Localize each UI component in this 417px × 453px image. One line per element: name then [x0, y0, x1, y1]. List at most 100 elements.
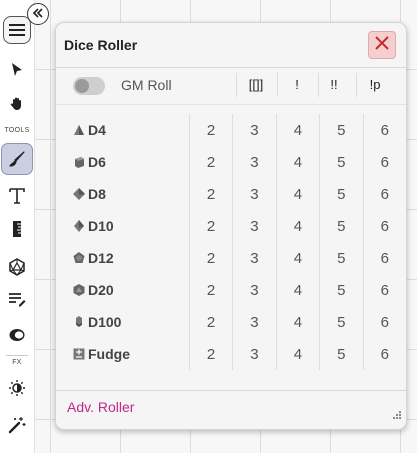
dice-quantity-button[interactable]: 2	[188, 306, 233, 338]
dice-tool-button[interactable]	[3, 253, 31, 281]
dice-quantity-button[interactable]: 2	[188, 210, 233, 242]
dice-quantity-button[interactable]: 6	[362, 338, 406, 370]
dice-quantity-button[interactable]: 6	[362, 178, 406, 210]
ruler-tool-button[interactable]	[3, 215, 31, 243]
dice-roller-title: Dice Roller	[64, 37, 138, 53]
toggle-knob	[75, 79, 89, 93]
dice-quantity-button[interactable]: 3	[232, 338, 277, 370]
modifier-separator	[277, 73, 278, 97]
dice-quantity-button[interactable]: 2	[188, 242, 233, 274]
dice-name-cell[interactable]: D8	[56, 178, 189, 210]
modifier-separator	[356, 73, 357, 97]
brightness-icon	[8, 379, 26, 397]
dice-row-d8: D8 2 3 4 5 6	[56, 178, 406, 210]
dice-quantity-button[interactable]: 3	[232, 114, 277, 146]
dice-quantity-button[interactable]: 6	[362, 146, 406, 178]
dice-quantity-button[interactable]: 2	[188, 274, 233, 306]
adv-roller-link[interactable]: Adv. Roller	[67, 399, 134, 415]
left-toolbar: TOOLS FX	[0, 0, 35, 453]
dice-quantity-button[interactable]: 6	[362, 242, 406, 274]
pan-tool-button[interactable]	[3, 90, 31, 118]
modifier-separator	[236, 73, 237, 97]
menu-button[interactable]	[3, 16, 31, 44]
dice-quantity-button[interactable]: 6	[362, 306, 406, 338]
dice-name-cell[interactable]: D12	[56, 242, 189, 274]
dice-name-cell[interactable]: D6	[56, 146, 189, 178]
text-tool-button[interactable]	[3, 182, 31, 210]
dice-name-cell[interactable]: Fudge	[56, 338, 189, 370]
dice-row-d20: D20 2 3 4 5 6	[56, 274, 406, 306]
dice-quantity-button[interactable]: 4	[275, 338, 320, 370]
d8-icon	[73, 187, 85, 200]
modifier-penetrate-button[interactable]: !p	[362, 77, 388, 92]
d10-icon	[73, 219, 85, 232]
close-button[interactable]	[368, 31, 396, 59]
dice-quantity-button[interactable]: 3	[232, 242, 277, 274]
dice-quantity-button[interactable]: 6	[362, 210, 406, 242]
dice-quantity-button[interactable]: 4	[275, 114, 320, 146]
dice-name-label: D4	[88, 122, 106, 138]
modifier-inline-roll-button[interactable]: [[]]	[243, 77, 269, 92]
dice-quantity-button[interactable]: 5	[319, 338, 364, 370]
modifier-separator	[318, 73, 319, 97]
hamburger-menu-icon	[9, 23, 25, 37]
modifier-explode-button[interactable]: !	[284, 77, 310, 92]
dice-quantity-button[interactable]: 4	[275, 306, 320, 338]
d100-icon	[73, 315, 85, 327]
dice-quantity-button[interactable]: 4	[275, 146, 320, 178]
dice-quantity-button[interactable]: 5	[319, 146, 364, 178]
dice-quantity-button[interactable]: 2	[188, 178, 233, 210]
dice-name-label: D6	[88, 154, 106, 170]
dice-quantity-button[interactable]: 5	[319, 274, 364, 306]
select-tool-button[interactable]	[3, 56, 31, 84]
dice-quantity-button[interactable]: 5	[319, 178, 364, 210]
dice-quantity-button[interactable]: 5	[319, 242, 364, 274]
coin-stack-icon	[8, 328, 26, 342]
dice-roller-window: Dice Roller GM Roll [[]] ! !! !p D4 2 3 4 5 6…	[55, 22, 407, 430]
toolbar-divider-line	[56, 104, 406, 105]
dice-name-cell[interactable]: D100	[56, 306, 189, 338]
dice-row-d12: D12 2 3 4 5 6	[56, 242, 406, 274]
d12-icon	[73, 251, 85, 263]
collapse-toolbar-button[interactable]	[27, 3, 49, 25]
dice-quantity-button[interactable]: 4	[275, 242, 320, 274]
dice-name-label: Fudge	[88, 346, 130, 362]
dice-quantity-button[interactable]: 3	[232, 178, 277, 210]
lighting-tool-button[interactable]	[3, 374, 31, 402]
ruler-icon	[11, 220, 23, 238]
draw-tool-button[interactable]	[1, 143, 33, 175]
dice-quantity-button[interactable]: 4	[275, 178, 320, 210]
close-icon	[375, 35, 389, 55]
dice-quantity-button[interactable]: 5	[319, 210, 364, 242]
dice-row-d6: D6 2 3 4 5 6	[56, 146, 406, 178]
text-t-icon	[9, 187, 25, 205]
dice-name-cell[interactable]: D4	[56, 114, 189, 146]
dice-quantity-button[interactable]: 2	[188, 146, 233, 178]
modifier-compound-button[interactable]: !!	[321, 77, 347, 92]
dice-quantity-button[interactable]: 5	[319, 306, 364, 338]
dice-quantity-button[interactable]: 4	[275, 274, 320, 306]
dice-quantity-button[interactable]: 6	[362, 274, 406, 306]
dice-name-cell[interactable]: D20	[56, 274, 189, 306]
notes-tool-button[interactable]	[3, 285, 31, 313]
effects-tool-button[interactable]	[3, 411, 31, 439]
hand-icon	[9, 96, 25, 112]
dice-quantity-button[interactable]: 3	[232, 210, 277, 242]
gm-roll-row: GM Roll [[]] ! !! !p	[56, 68, 406, 102]
dice-quantity-button[interactable]: 5	[319, 114, 364, 146]
resize-grip-icon[interactable]	[392, 407, 402, 425]
dice-quantity-button[interactable]: 3	[232, 146, 277, 178]
double-chevron-left-icon	[32, 5, 44, 23]
token-tool-button[interactable]	[3, 321, 31, 349]
dice-name-label: D20	[88, 282, 114, 298]
dice-quantity-button[interactable]: 3	[232, 306, 277, 338]
dice-name-label: D10	[88, 218, 114, 234]
dice-quantity-button[interactable]: 4	[275, 210, 320, 242]
dice-quantity-button[interactable]: 3	[232, 274, 277, 306]
dice-quantity-button[interactable]: 2	[188, 338, 233, 370]
dice-quantity-button[interactable]: 2	[188, 114, 233, 146]
d20-dice-icon	[8, 258, 26, 276]
dice-name-cell[interactable]: D10	[56, 210, 189, 242]
gm-roll-toggle[interactable]	[73, 77, 105, 95]
dice-quantity-button[interactable]: 6	[362, 114, 406, 146]
